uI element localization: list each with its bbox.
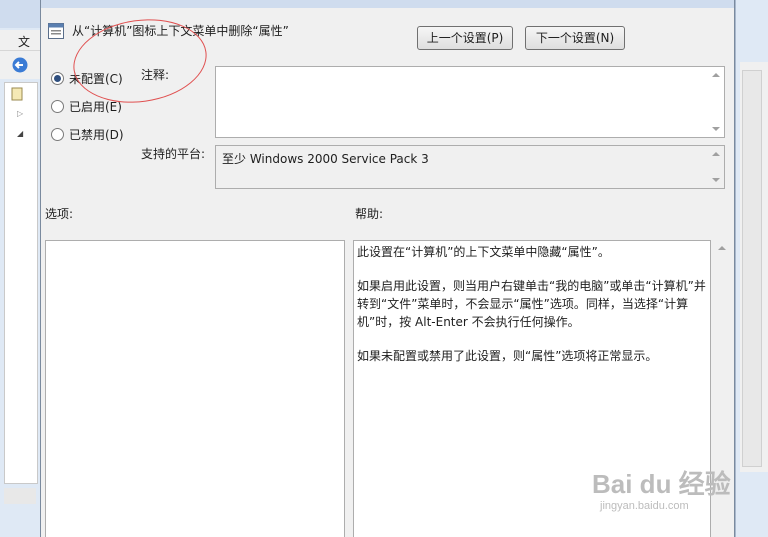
next-setting-button[interactable]: 下一个设置(N) bbox=[525, 26, 625, 50]
watermark-url: jingyan.baidu.com bbox=[600, 500, 689, 512]
comment-textarea[interactable] bbox=[215, 66, 725, 138]
scroll-down-icon[interactable] bbox=[712, 127, 720, 131]
parent-right-scrollbar[interactable] bbox=[742, 70, 762, 467]
supported-platform-label: 支持的平台: bbox=[141, 147, 206, 161]
previous-setting-button[interactable]: 上一个设置(P) bbox=[417, 26, 513, 50]
parent-hscrollbar[interactable] bbox=[4, 488, 36, 504]
help-paragraph: 此设置在“计算机”的上下文菜单中隐藏“属性”。 bbox=[357, 245, 610, 259]
policy-settings-dialog: 从“计算机”图标上下文菜单中删除“属性” 上一个设置(P) 下一个设置(N) 未… bbox=[40, 0, 735, 537]
scroll-up-icon[interactable] bbox=[712, 73, 720, 77]
radio-label[interactable]: 已禁用(D) bbox=[69, 128, 124, 142]
back-arrow-icon[interactable] bbox=[11, 57, 29, 73]
tree-expander[interactable]: ◢ bbox=[17, 129, 23, 138]
parent-tree-pane[interactable]: ▷ ◢ bbox=[4, 82, 38, 484]
tree-expander[interactable]: ▷ bbox=[17, 109, 23, 118]
help-text: 此设置在“计算机”的上下文菜单中隐藏“属性”。 如果启用此设置，则当用户右键单击… bbox=[357, 243, 707, 381]
radio-label[interactable]: 已启用(E) bbox=[69, 100, 122, 114]
options-pane[interactable] bbox=[45, 240, 345, 537]
supported-platform-value: 至少 Windows 2000 Service Pack 3 bbox=[222, 152, 429, 166]
scroll-down-icon[interactable] bbox=[712, 178, 720, 182]
scroll-up-icon[interactable] bbox=[712, 152, 720, 156]
policy-setting-icon bbox=[48, 23, 64, 39]
dialog-titlebar-edge bbox=[41, 0, 734, 8]
options-label: 选项: bbox=[45, 207, 74, 221]
baidu-watermark: Bai du 经验 bbox=[592, 464, 731, 501]
supported-platform-field: 至少 Windows 2000 Service Pack 3 bbox=[215, 145, 725, 189]
radio-button-checked[interactable] bbox=[51, 72, 64, 85]
help-paragraph: 如果未配置或禁用了此设置，则“属性”选项将正常显示。 bbox=[357, 349, 658, 363]
help-paragraph: 如果启用此设置，则当用户右键单击“我的电脑”或单击“计算机”并转到“文件”菜单时… bbox=[357, 279, 706, 329]
radio-disabled[interactable]: 已禁用(D) bbox=[51, 126, 124, 143]
parent-menu-label[interactable]: 文 bbox=[18, 33, 30, 50]
parent-window-left: 文 ▷ ◢ bbox=[0, 0, 41, 537]
document-icon bbox=[11, 87, 23, 101]
platform-scrollbar[interactable] bbox=[707, 146, 724, 188]
radio-button[interactable] bbox=[51, 100, 64, 113]
parent-menubar[interactable]: 文 bbox=[0, 30, 40, 51]
radio-button[interactable] bbox=[51, 128, 64, 141]
help-label: 帮助: bbox=[355, 207, 384, 221]
comment-scrollbar[interactable] bbox=[707, 67, 724, 137]
watermark-brand: Bai du 经验 bbox=[592, 469, 731, 499]
parent-titlebar bbox=[0, 0, 40, 28]
scroll-up-icon[interactable] bbox=[718, 246, 726, 250]
